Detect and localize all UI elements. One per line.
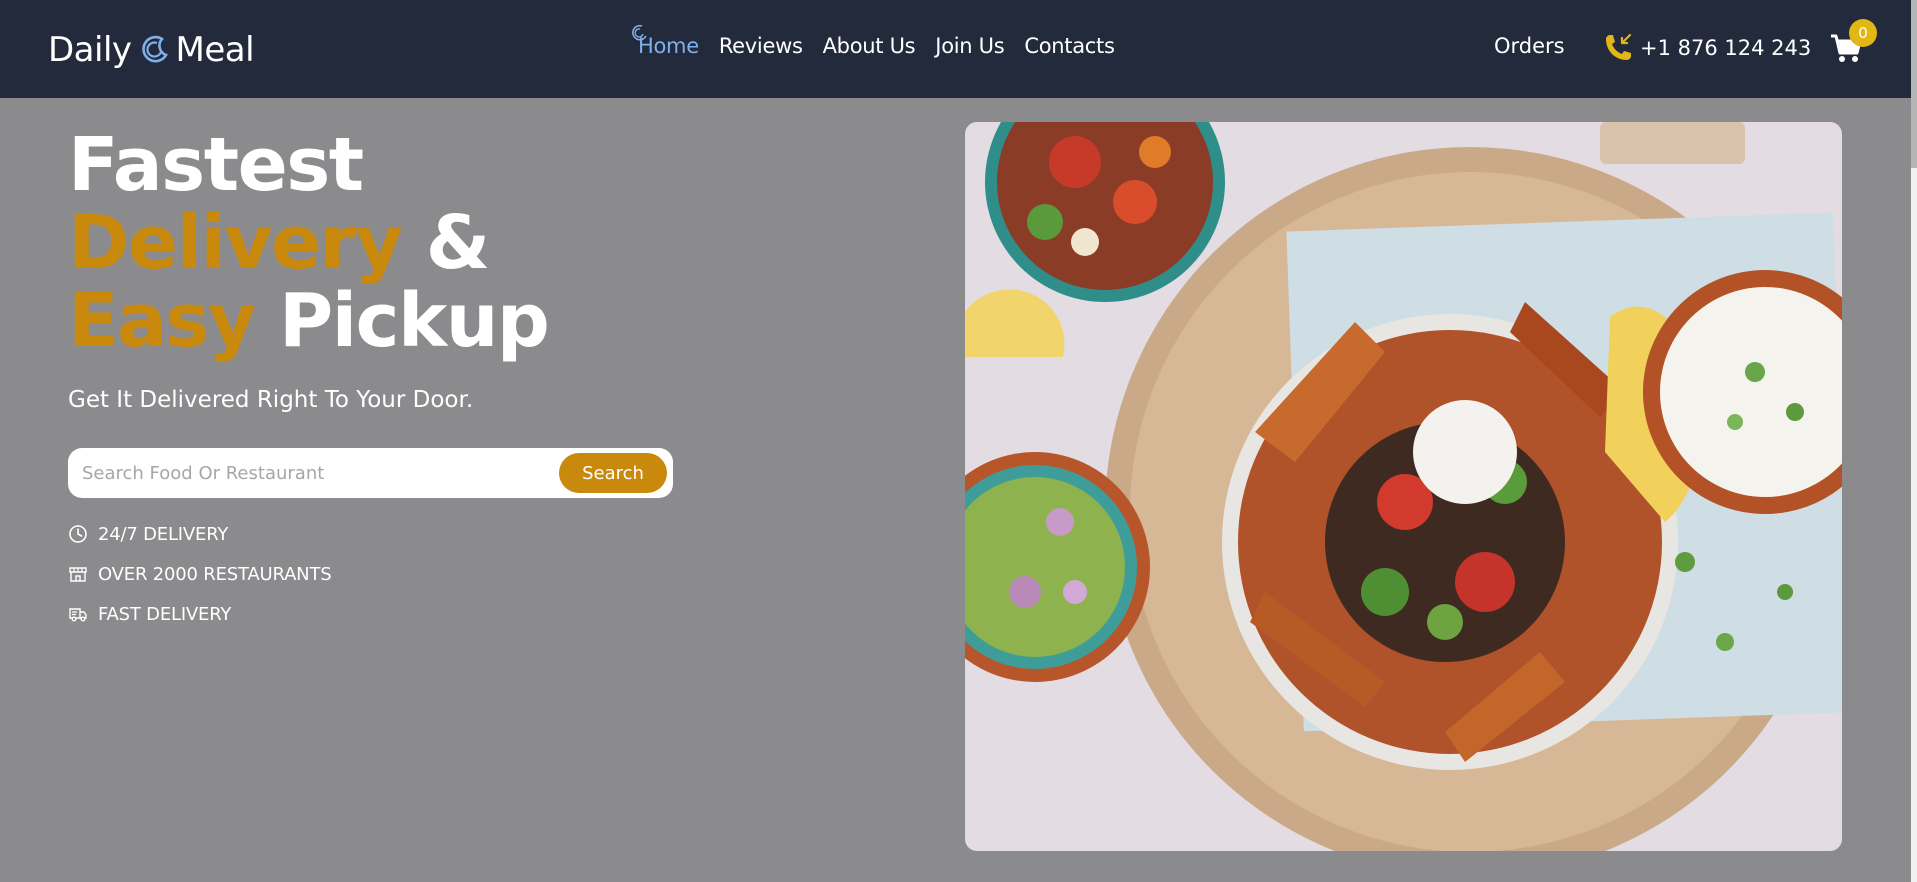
phone-icon	[1606, 33, 1632, 60]
hero-title-ampersand: &	[425, 200, 491, 286]
food-bowl-photo	[965, 122, 1842, 851]
feature-restaurants: OVER 2000 RESTAURANTS	[68, 562, 332, 586]
nav-link-join-us[interactable]: Join Us	[935, 34, 1004, 58]
feature-247-delivery: 24/7 DELIVERY	[68, 522, 228, 546]
nav-link-about-us[interactable]: About Us	[823, 34, 916, 58]
navbar: Daily Meal Home Reviews About Us Join Us…	[0, 0, 1911, 98]
phone-number: +1 876 124 243	[1640, 36, 1812, 60]
clock-icon	[69, 525, 87, 543]
hero-title-accent-easy: Easy	[68, 278, 256, 364]
hero-title: Fastest Delivery & Easy Pickup	[68, 126, 550, 360]
phone-contact[interactable]: +1 876 124 243	[1600, 30, 1811, 66]
hero-title-accent-delivery: Delivery	[68, 200, 403, 286]
nav-link-contacts[interactable]: Contacts	[1024, 34, 1115, 58]
active-moon-icon	[632, 24, 647, 41]
search-button[interactable]: Search	[559, 453, 667, 493]
moon-icon	[141, 35, 168, 63]
feature-fast-delivery: FAST DELIVERY	[68, 602, 231, 626]
search-input[interactable]	[82, 456, 552, 490]
hero-title-pickup: Pickup	[279, 278, 550, 364]
nav-links: Home Reviews About Us Join Us Contacts	[632, 24, 1115, 58]
hero-subtitle: Get It Delivered Right To Your Door.	[68, 387, 474, 413]
cart-count-badge: 0	[1849, 19, 1877, 47]
store-icon	[69, 567, 87, 582]
logo-text-daily: Daily	[48, 30, 132, 70]
scrollbar-thumb[interactable]	[1911, 0, 1917, 168]
feature-label: 24/7 DELIVERY	[98, 523, 229, 545]
hero-title-line1: Fastest	[68, 122, 364, 208]
feature-label: FAST DELIVERY	[98, 603, 232, 625]
truck-icon	[69, 608, 87, 622]
search-box: Search	[68, 448, 673, 498]
nav-link-home[interactable]: Home	[632, 24, 699, 58]
food-illustration	[965, 122, 1842, 851]
nav-link-reviews[interactable]: Reviews	[719, 34, 803, 58]
orders-link[interactable]: Orders	[1494, 34, 1565, 58]
logo[interactable]: Daily Meal	[48, 28, 255, 72]
logo-text-meal: Meal	[175, 30, 255, 70]
feature-label: OVER 2000 RESTAURANTS	[98, 563, 332, 585]
